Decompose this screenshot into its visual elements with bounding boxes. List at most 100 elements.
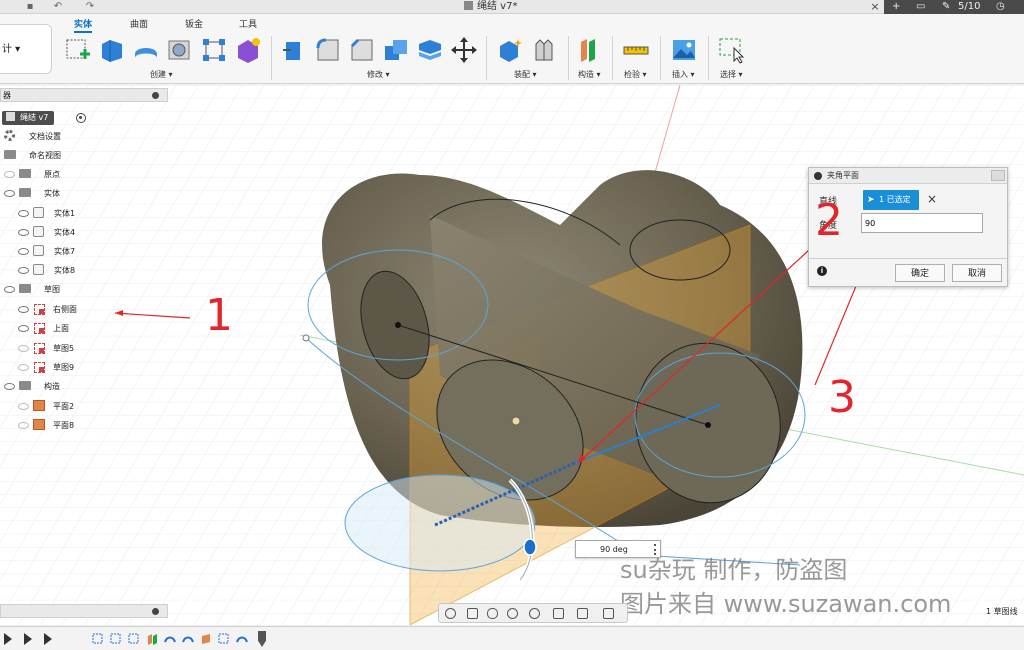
joint-icon[interactable] <box>530 36 558 64</box>
tab-tools[interactable]: 工具 <box>239 17 257 33</box>
eye-icon[interactable] <box>18 422 29 429</box>
jobs-icon[interactable]: ✎ <box>942 0 950 14</box>
timeline-sweep-icon[interactable] <box>182 633 194 645</box>
combine-icon[interactable] <box>382 36 410 64</box>
angle-drag-handle[interactable] <box>523 538 537 556</box>
sketch-endpoint[interactable] <box>302 334 310 342</box>
new-tab-icon[interactable]: + <box>892 0 900 14</box>
hole-icon[interactable] <box>166 36 194 64</box>
extrude-icon[interactable] <box>98 36 126 64</box>
browser-item-body4[interactable]: 实体4 <box>18 224 75 242</box>
grid-settings-icon[interactable] <box>577 608 588 619</box>
chamfer-icon[interactable] <box>348 36 376 64</box>
create-group-label[interactable]: 创建 ▾ <box>150 69 173 80</box>
collapse-icon[interactable] <box>152 92 159 99</box>
tab-solid[interactable]: 实体 <box>74 17 93 33</box>
eye-icon[interactable] <box>18 210 29 217</box>
browser-item-body1[interactable]: 实体1 <box>18 205 75 223</box>
browser-item-construction[interactable]: 构造 <box>4 378 60 396</box>
browser-item-sketch-right[interactable]: 右侧面 <box>18 301 77 319</box>
fit-icon[interactable] <box>529 608 540 619</box>
save-icon[interactable]: ▪ <box>24 1 36 13</box>
activate-component-icon[interactable] <box>76 113 86 123</box>
timeline-sweep-icon[interactable] <box>236 633 248 645</box>
shell-icon[interactable] <box>416 36 444 64</box>
timeline-marker[interactable] <box>258 631 266 647</box>
browser-header[interactable]: 器 <box>0 88 168 102</box>
angle-input[interactable] <box>861 213 983 233</box>
timeline-plane-icon[interactable] <box>146 633 158 645</box>
select-icon[interactable] <box>718 36 746 64</box>
assemble-group-label[interactable]: 装配 ▾ <box>514 69 537 80</box>
play-icon[interactable] <box>4 633 12 645</box>
info-icon[interactable]: i <box>817 266 827 276</box>
ok-button[interactable]: 确定 <box>895 264 945 282</box>
eye-icon[interactable] <box>18 229 29 236</box>
timeline-sketch-icon[interactable] <box>128 633 140 645</box>
browser-item-origin[interactable]: 原点 <box>4 166 60 184</box>
redo-icon[interactable]: ↷ <box>84 1 96 13</box>
insert-image-icon[interactable] <box>670 36 698 64</box>
sketch-point[interactable] <box>395 322 401 328</box>
timeline-sketch-icon[interactable] <box>218 633 230 645</box>
eye-icon[interactable] <box>18 267 29 274</box>
collapse-icon[interactable] <box>152 608 159 615</box>
modify-group-label[interactable]: 修改 ▾ <box>367 69 390 80</box>
clear-selection-button[interactable]: × <box>925 191 939 207</box>
offset-plane-icon[interactable] <box>576 36 604 64</box>
eye-icon[interactable] <box>18 325 29 332</box>
browser-item-sketch9[interactable]: 草图9 <box>18 359 74 377</box>
cancel-button[interactable]: 取消 <box>952 264 1002 282</box>
eye-icon[interactable] <box>4 286 15 293</box>
browser-item-plane2[interactable]: 平面2 <box>18 398 74 416</box>
eye-icon[interactable] <box>18 403 29 410</box>
go-to-end-icon[interactable] <box>44 633 52 645</box>
zoom-icon[interactable] <box>507 608 518 619</box>
tab-surface[interactable]: 曲面 <box>130 17 148 33</box>
construct-group-label[interactable]: 构造 ▾ <box>578 69 601 80</box>
canvas-viewport[interactable] <box>0 85 1024 625</box>
eye-icon[interactable] <box>4 383 15 390</box>
create-sketch-icon[interactable] <box>64 36 92 64</box>
press-pull-icon[interactable] <box>280 36 308 64</box>
job-status[interactable]: 5/10 <box>958 0 980 14</box>
eye-icon[interactable] <box>4 171 15 178</box>
eye-icon[interactable] <box>4 190 15 197</box>
eye-icon[interactable] <box>18 248 29 255</box>
eye-icon[interactable] <box>18 345 29 352</box>
browser-item-bodies[interactable]: 实体 <box>4 185 60 203</box>
dialog-title[interactable]: 夹角平面 <box>809 168 1007 184</box>
browser-item-document-settings[interactable]: 文档设置 <box>4 128 61 146</box>
new-component-icon[interactable] <box>496 36 524 64</box>
browser-root[interactable]: 绳结 v7 <box>2 111 55 125</box>
undo-icon[interactable]: ↶ <box>52 1 64 13</box>
workspace-switcher[interactable]: 计 ▾ <box>0 24 52 74</box>
sketch-point[interactable] <box>705 422 711 428</box>
browser-item-plane8[interactable]: 平面8 <box>18 417 74 435</box>
eye-icon[interactable] <box>18 364 29 371</box>
browser-item-sketches[interactable]: 草图 <box>4 281 60 299</box>
fillet-icon[interactable] <box>314 36 342 64</box>
tab-sheet-metal[interactable]: 钣金 <box>185 17 203 33</box>
revolve-icon[interactable] <box>132 36 160 64</box>
more-options-icon[interactable] <box>654 544 656 555</box>
model-scene[interactable] <box>0 85 1024 625</box>
document-tab[interactable]: 绳结 v7* <box>464 0 517 14</box>
measure-icon[interactable] <box>622 36 650 64</box>
eye-icon[interactable] <box>18 306 29 313</box>
clock-icon[interactable]: ◷ <box>996 0 1005 14</box>
timeline-sweep-icon[interactable] <box>164 633 176 645</box>
move-icon[interactable] <box>450 36 478 64</box>
timeline-sketch-icon[interactable] <box>92 633 104 645</box>
inspect-group-label[interactable]: 检验 ▾ <box>624 69 647 80</box>
browser-item-body7[interactable]: 实体7 <box>18 243 75 261</box>
select-group-label[interactable]: 选择 ▾ <box>720 69 743 80</box>
viewports-icon[interactable] <box>603 608 614 619</box>
browser-item-body8[interactable]: 实体8 <box>18 262 75 280</box>
browser-item-named-views[interactable]: 命名视图 <box>4 147 61 165</box>
timeline-sketch-icon[interactable] <box>110 633 122 645</box>
form-icon[interactable] <box>234 36 262 64</box>
browser-item-sketch-top[interactable]: 上面 <box>18 320 69 338</box>
orbit-icon[interactable] <box>445 608 456 619</box>
origin-point[interactable] <box>511 416 521 426</box>
